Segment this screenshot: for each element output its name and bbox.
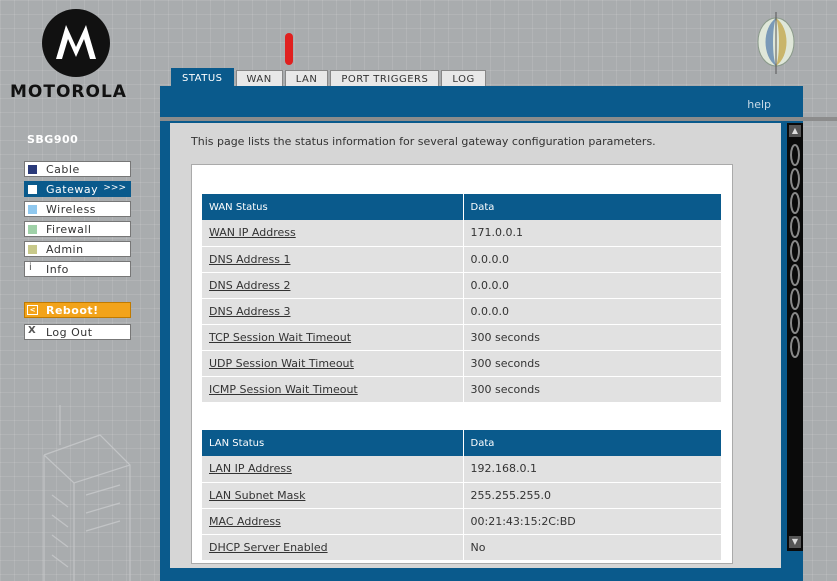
scroll-down-icon[interactable]: ▼ — [789, 536, 801, 548]
udp-timeout-link[interactable]: UDP Session Wait Timeout — [209, 357, 354, 370]
column-header: WAN Status — [202, 194, 464, 220]
column-header: Data — [463, 194, 722, 220]
sidebar-item-wireless[interactable]: Wireless — [24, 201, 131, 217]
mac-address-link[interactable]: MAC Address — [209, 515, 281, 528]
sidebar-item-cable[interactable]: Cable — [24, 161, 131, 177]
table-row: WAN IP Address 171.0.0.1 — [202, 220, 722, 247]
gateway-color-icon — [28, 185, 37, 194]
sidebar-item-label: Admin — [46, 243, 84, 256]
table-cell: 00:21:43:15:2C:BD — [463, 508, 722, 535]
table-row: ICMP Session Wait Timeout 300 seconds — [202, 376, 722, 403]
help-link[interactable]: help — [747, 98, 771, 111]
sidebar-item-admin[interactable]: Admin — [24, 241, 131, 257]
sidebar-item-label: Firewall — [46, 223, 92, 236]
motorola-logo-icon — [42, 9, 110, 77]
table-cell: 0.0.0.0 — [463, 298, 722, 325]
info-icon: i — [29, 262, 32, 273]
table-row: MAC Address 00:21:43:15:2C:BD — [202, 508, 722, 535]
brand-name: MOTOROLA — [10, 82, 127, 102]
sidebar-item-firewall[interactable]: Firewall — [24, 221, 131, 237]
table-header-row: WAN Status Data — [202, 194, 722, 220]
table-cell: 0.0.0.0 — [463, 246, 722, 273]
icmp-timeout-link[interactable]: ICMP Session Wait Timeout — [209, 383, 358, 396]
globe-icon — [752, 8, 800, 79]
dhcp-server-enabled-link[interactable]: DHCP Server Enabled — [209, 541, 328, 554]
scroll-up-icon[interactable]: ▲ — [789, 125, 801, 137]
active-arrow-icon: >>> — [103, 183, 126, 193]
sidebar-item-label: Wireless — [46, 203, 97, 216]
table-header-row: LAN Status Data — [202, 430, 722, 456]
cable-color-icon — [28, 165, 37, 174]
divider — [160, 117, 837, 121]
table-row: DNS Address 3 0.0.0.0 — [202, 298, 722, 325]
logout-label: Log Out — [46, 326, 93, 339]
tab-bar: STATUS WAN LAN PORT TRIGGERS LOG — [171, 68, 488, 88]
table-cell: 300 seconds — [463, 350, 722, 377]
table-cell: 300 seconds — [463, 324, 722, 351]
table-row: TCP Session Wait Timeout 300 seconds — [202, 324, 722, 351]
sidebar-item-info[interactable]: i Info — [24, 261, 131, 277]
table-cell: 0.0.0.0 — [463, 272, 722, 299]
sidebar-item-gateway[interactable]: Gateway >>> — [24, 181, 131, 197]
lan-subnet-mask-link[interactable]: LAN Subnet Mask — [209, 489, 305, 502]
model-name: SBG900 — [27, 133, 79, 146]
content-area: This page lists the status information f… — [170, 123, 781, 568]
modem-illustration-icon — [43, 405, 131, 581]
tab-status[interactable]: STATUS — [171, 68, 234, 88]
wan-ip-address-link[interactable]: WAN IP Address — [209, 226, 296, 239]
vertical-scrollbar[interactable]: ▲ ▼ — [787, 123, 803, 551]
dns-address-3-link[interactable]: DNS Address 3 — [209, 305, 290, 318]
dns-address-1-link[interactable]: DNS Address 1 — [209, 253, 290, 266]
table-row: DNS Address 1 0.0.0.0 — [202, 246, 722, 273]
page-description: This page lists the status information f… — [191, 135, 656, 148]
table-cell: 255.255.255.0 — [463, 482, 722, 509]
logout-button[interactable]: X Log Out — [24, 324, 131, 340]
table-cell: 192.168.0.1 — [463, 456, 722, 483]
reboot-icon: < — [27, 305, 38, 315]
table-row: LAN Subnet Mask 255.255.255.0 — [202, 482, 722, 509]
lan-status-table: LAN Status Data LAN IP Address 192.168.0… — [202, 430, 722, 561]
sidebar-item-label: Gateway — [46, 183, 99, 196]
sidebar-item-label: Cable — [46, 163, 80, 176]
chain-icon — [790, 144, 800, 358]
table-row: UDP Session Wait Timeout 300 seconds — [202, 350, 722, 377]
column-header: Data — [463, 430, 722, 456]
tcp-timeout-link[interactable]: TCP Session Wait Timeout — [209, 331, 351, 344]
status-panel: WAN Status Data WAN IP Address 171.0.0.1… — [191, 164, 733, 564]
reboot-label: Reboot! — [46, 304, 99, 317]
lan-ip-address-link[interactable]: LAN IP Address — [209, 462, 292, 475]
wireless-color-icon — [28, 205, 37, 214]
sidebar-item-label: Info — [46, 263, 69, 276]
decorative-pin-icon — [285, 33, 293, 65]
firewall-color-icon — [28, 225, 37, 234]
admin-color-icon — [28, 245, 37, 254]
table-row: DHCP Server Enabled No — [202, 534, 722, 561]
dns-address-2-link[interactable]: DNS Address 2 — [209, 279, 290, 292]
wan-status-table: WAN Status Data WAN IP Address 171.0.0.1… — [202, 194, 722, 403]
table-cell: No — [463, 534, 722, 561]
table-cell: 300 seconds — [463, 376, 722, 403]
close-icon: X — [28, 325, 36, 336]
table-row: LAN IP Address 192.168.0.1 — [202, 456, 722, 483]
column-header: LAN Status — [202, 430, 464, 456]
table-cell: 171.0.0.1 — [463, 220, 722, 247]
table-row: DNS Address 2 0.0.0.0 — [202, 272, 722, 299]
reboot-button[interactable]: < Reboot! — [24, 302, 131, 318]
